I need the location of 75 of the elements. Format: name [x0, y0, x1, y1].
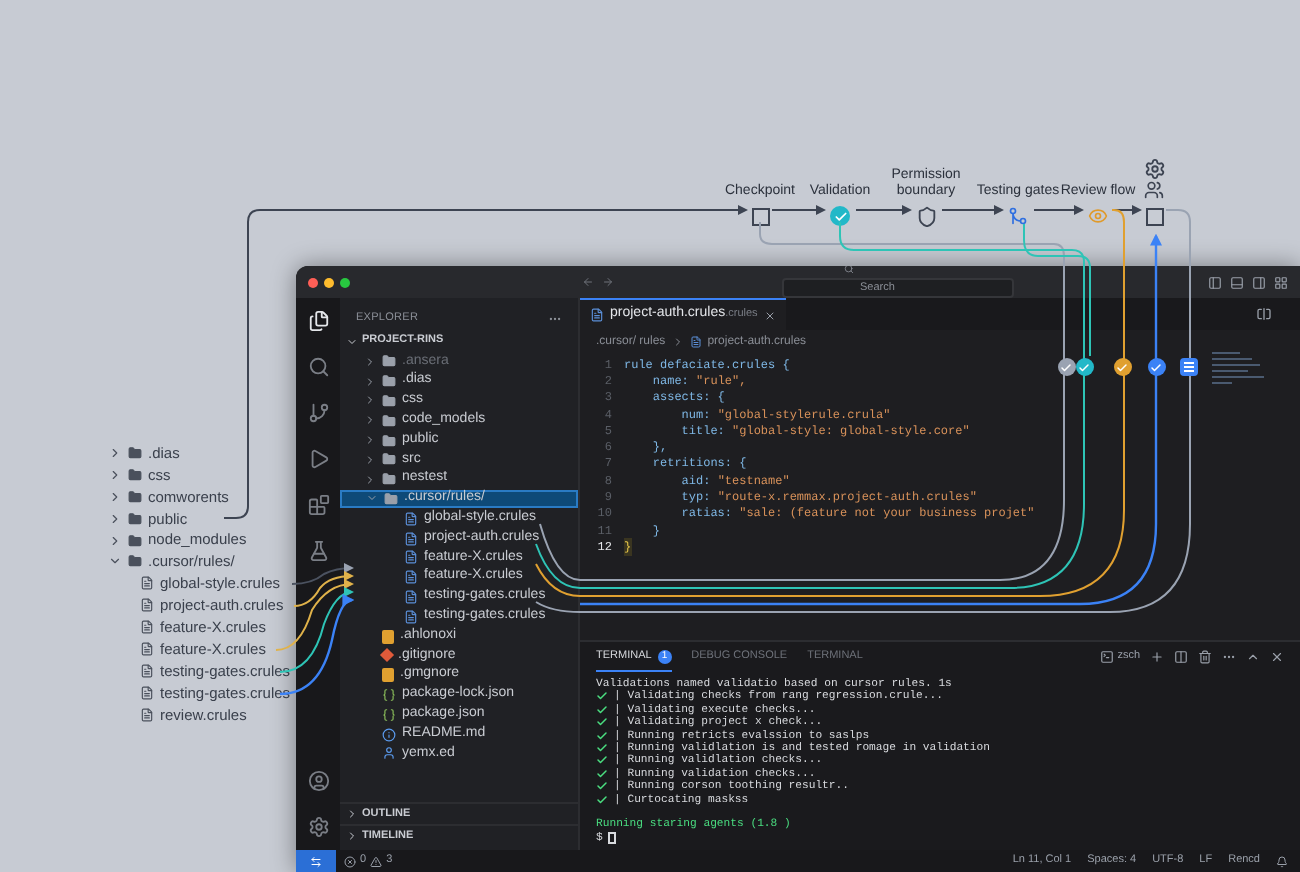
file-icon: [140, 576, 154, 591]
file-icon: [404, 589, 418, 604]
folder-icon: [382, 413, 396, 428]
folder-icon: [384, 491, 398, 506]
file-icon: [404, 609, 418, 624]
gate-icon: [1008, 206, 1028, 226]
folder-icon: [382, 472, 396, 487]
account-icon[interactable]: [307, 770, 329, 792]
run-icon[interactable]: [307, 448, 329, 470]
file-icon: [689, 336, 702, 348]
json-file-icon: [382, 687, 396, 702]
json-file-icon: [382, 707, 396, 722]
file-icon: [140, 663, 154, 678]
extensions-icon[interactable]: [307, 494, 329, 516]
shield-icon: [915, 205, 937, 227]
config-file-icon: [382, 668, 394, 683]
info-icon: [382, 727, 396, 742]
layout-icon[interactable]: [1274, 275, 1288, 289]
file-icon: [590, 308, 604, 322]
error-icon: [344, 855, 356, 867]
file-icon: [404, 570, 418, 585]
list-marker-icon: [1180, 358, 1198, 376]
close-icon[interactable]: [763, 309, 776, 321]
close-icon[interactable]: [1270, 650, 1284, 664]
search-icon[interactable]: [307, 356, 329, 378]
trash-icon[interactable]: [1198, 650, 1212, 664]
git-file-icon: [379, 648, 395, 663]
folder-icon: [382, 374, 396, 389]
folder-icon: [382, 433, 396, 448]
bell-icon[interactable]: [1276, 855, 1288, 867]
user-icon: [382, 746, 396, 761]
file-icon: [140, 598, 154, 613]
folder-icon: [128, 445, 142, 460]
file-icon: [140, 641, 154, 656]
files-icon[interactable]: [307, 310, 329, 332]
chevron-right-icon: [671, 336, 684, 348]
file-icon: [404, 511, 418, 526]
more-icon[interactable]: [1222, 650, 1236, 664]
folder-icon: [382, 452, 396, 467]
folder-icon: [128, 554, 142, 569]
file-icon: [140, 707, 154, 722]
warning-icon: [370, 855, 383, 867]
search-icon: [844, 266, 854, 273]
team-icon: [1144, 180, 1164, 200]
testing-icon[interactable]: [307, 540, 329, 562]
split-icon[interactable]: [1174, 650, 1188, 664]
file-icon: [140, 685, 154, 700]
team-node: [1145, 207, 1163, 225]
folder-icon: [382, 354, 396, 369]
git-icon[interactable]: [307, 402, 329, 424]
folder-icon: [128, 533, 142, 547]
panel-right-icon[interactable]: [1252, 275, 1266, 289]
remote-button[interactable]: [296, 850, 336, 872]
chevron-up-icon[interactable]: [1246, 650, 1260, 664]
folder-icon: [128, 511, 142, 526]
split-editor-icon[interactable]: [1256, 306, 1272, 322]
settings-icon: [1143, 158, 1165, 180]
review-icon: [1088, 206, 1108, 226]
settings-icon[interactable]: [307, 816, 329, 838]
cursor: [608, 832, 617, 845]
checkpoint-node: [751, 207, 769, 225]
file-icon: [140, 620, 154, 635]
folder-icon: [128, 467, 142, 482]
plus-icon[interactable]: [1150, 650, 1164, 664]
folder-icon: [128, 489, 142, 504]
check-icon: [830, 206, 850, 226]
terminal-icon: [1099, 650, 1114, 664]
file-icon: [404, 531, 418, 546]
config-file-icon: [382, 629, 394, 644]
file-icon: [404, 550, 418, 565]
remote-icon: [310, 855, 322, 867]
panel-left-icon[interactable]: [1208, 275, 1222, 289]
panel-bottom-icon[interactable]: [1230, 275, 1244, 289]
folder-icon: [382, 393, 396, 408]
chevron-down-icon: [346, 335, 358, 347]
